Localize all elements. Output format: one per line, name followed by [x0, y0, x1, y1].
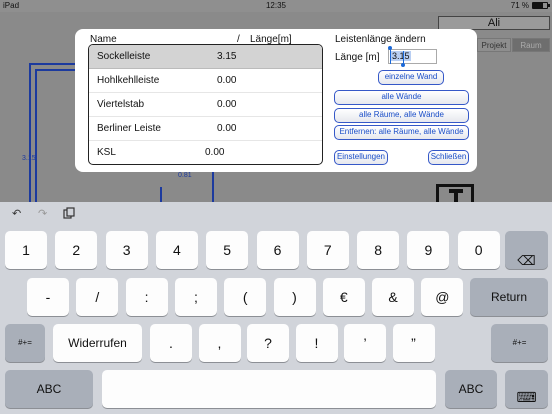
plan-dimension: 3.15 — [22, 155, 36, 162]
abc-key-left[interactable]: ABC — [5, 370, 93, 408]
key-3[interactable]: 3 — [105, 231, 148, 269]
key-2[interactable]: 2 — [55, 231, 98, 269]
plan-wall — [35, 69, 77, 71]
key-punct-0[interactable]: . — [150, 324, 192, 362]
on-screen-keyboard: ↶ ↷ 1 2 3 4 5 6 7 8 9 0 ⌫ - /:;() € & @ Return #+= Widerru… — [0, 202, 552, 414]
key-punct-1[interactable]: , — [198, 324, 241, 362]
item-name: Berliner Leiste — [97, 123, 161, 134]
symbols-key-left[interactable]: #+= — [5, 324, 45, 362]
length-input[interactable]: 3.15 — [388, 49, 437, 64]
item-name: KSL — [97, 147, 116, 158]
item-length: 0.00 — [205, 147, 225, 158]
redo-arrow-icon[interactable]: ↷ — [38, 207, 47, 221]
battery-icon — [532, 2, 550, 9]
all-walls-button[interactable]: alle Wände — [334, 90, 469, 105]
key-1[interactable]: 1 — [5, 231, 47, 269]
item-name: Hohlkehlleiste — [97, 75, 160, 86]
selection-start-handle[interactable] — [388, 46, 392, 50]
list-item-sockelleiste[interactable]: Sockelleiste 3.15 — [89, 45, 322, 69]
key-7[interactable]: 7 — [306, 231, 349, 269]
plan-wall — [29, 63, 31, 202]
length-value: 3.15 — [391, 51, 411, 61]
key-8[interactable]: 8 — [357, 231, 400, 269]
list-item-ksl[interactable]: KSL 0.00 — [89, 141, 322, 164]
key-punct-3[interactable]: ! — [295, 324, 338, 362]
status-bar: iPad 12:35 71 % — [0, 0, 552, 12]
item-length: 0.00 — [217, 123, 237, 134]
single-wall-button[interactable]: einzelne Wand — [378, 70, 444, 85]
tab-projekt[interactable]: Projekt — [477, 38, 511, 52]
plan-wall — [212, 172, 214, 202]
key-9[interactable]: 9 — [407, 231, 450, 269]
list-item-hohlkehlleiste[interactable]: Hohlkehlleiste 0.00 — [89, 69, 322, 93]
key-symbol-3[interactable]: ; — [174, 278, 217, 316]
list-item-viertelstab[interactable]: Viertelstab 0.00 — [89, 93, 322, 117]
key-0[interactable]: 0 — [457, 231, 500, 269]
selection-end-handle[interactable] — [401, 63, 405, 67]
item-name: Viertelstab — [97, 99, 145, 110]
plan-wall — [35, 69, 37, 202]
return-key[interactable]: Return — [470, 278, 548, 316]
key-symbol-4[interactable]: ( — [224, 278, 267, 316]
item-length: 0.00 — [217, 75, 237, 86]
settings-button[interactable]: Einstellungen — [334, 150, 388, 165]
undo-arrow-icon[interactable]: ↶ — [12, 207, 21, 221]
delete-key[interactable]: ⌫ — [505, 231, 548, 269]
leisten-list[interactable]: Sockelleiste 3.15 Hohlkehlleiste 0.00 Vi… — [88, 44, 323, 165]
plan-wall — [160, 187, 162, 202]
abc-key-right[interactable]: ABC — [445, 370, 497, 408]
undo-key[interactable]: Widerrufen — [53, 324, 142, 362]
item-length: 0.00 — [217, 99, 237, 110]
battery-indicator: 71 % — [510, 1, 550, 10]
background-title: Ali — [438, 16, 550, 30]
battery-percent: 71 % — [510, 1, 529, 10]
key-punct-4[interactable]: ’ — [344, 324, 386, 362]
key-4[interactable]: 4 — [155, 231, 198, 269]
plan-dimension: 0.81 — [178, 172, 192, 179]
key-5[interactable]: 5 — [206, 231, 249, 269]
list-item-berliner-leiste[interactable]: Berliner Leiste 0.00 — [89, 117, 322, 141]
space-bar[interactable] — [102, 370, 436, 408]
key-6[interactable]: 6 — [256, 231, 299, 269]
paste-icon[interactable] — [63, 207, 75, 221]
leisten-dialog: Name / Länge[m] Sockelleiste 3.15 Hohlke… — [75, 29, 477, 172]
item-name: Sockelleiste — [97, 51, 151, 62]
remove-all-button[interactable]: Entfernen: alle Räume, alle Wände — [334, 125, 469, 140]
key-symbol-8[interactable]: @ — [421, 278, 464, 316]
key-symbol-1[interactable]: / — [76, 278, 119, 316]
key-symbol-2[interactable]: : — [125, 278, 168, 316]
item-length: 3.15 — [217, 51, 237, 62]
keyboard-dismiss-icon: ⌨ — [516, 389, 537, 405]
key-symbol-5[interactable]: ) — [273, 278, 316, 316]
tab-raum[interactable]: Raum — [512, 38, 550, 52]
key-symbol-6[interactable]: € — [322, 278, 365, 316]
delete-backspace-icon: ⌫ — [517, 253, 536, 268]
key-symbol-0[interactable]: - — [27, 278, 69, 316]
status-time: 12:35 — [265, 1, 287, 10]
close-button[interactable]: Schließen — [428, 150, 469, 165]
all-rooms-all-walls-button[interactable]: alle Räume, alle Wände — [334, 108, 469, 123]
key-symbol-7[interactable]: & — [372, 278, 415, 316]
symbols-key-right[interactable]: #+= — [491, 324, 548, 362]
door-symbol-icon — [436, 184, 474, 202]
dismiss-keyboard-key[interactable]: ⌨ — [505, 370, 548, 408]
key-punct-5[interactable]: ” — [392, 324, 435, 362]
panel-title: Leistenlänge ändern — [335, 34, 426, 45]
selection-start-caret[interactable] — [390, 48, 391, 64]
plan-wall — [29, 63, 77, 65]
key-punct-2[interactable]: ? — [247, 324, 289, 362]
length-label: Länge [m] — [335, 52, 380, 63]
